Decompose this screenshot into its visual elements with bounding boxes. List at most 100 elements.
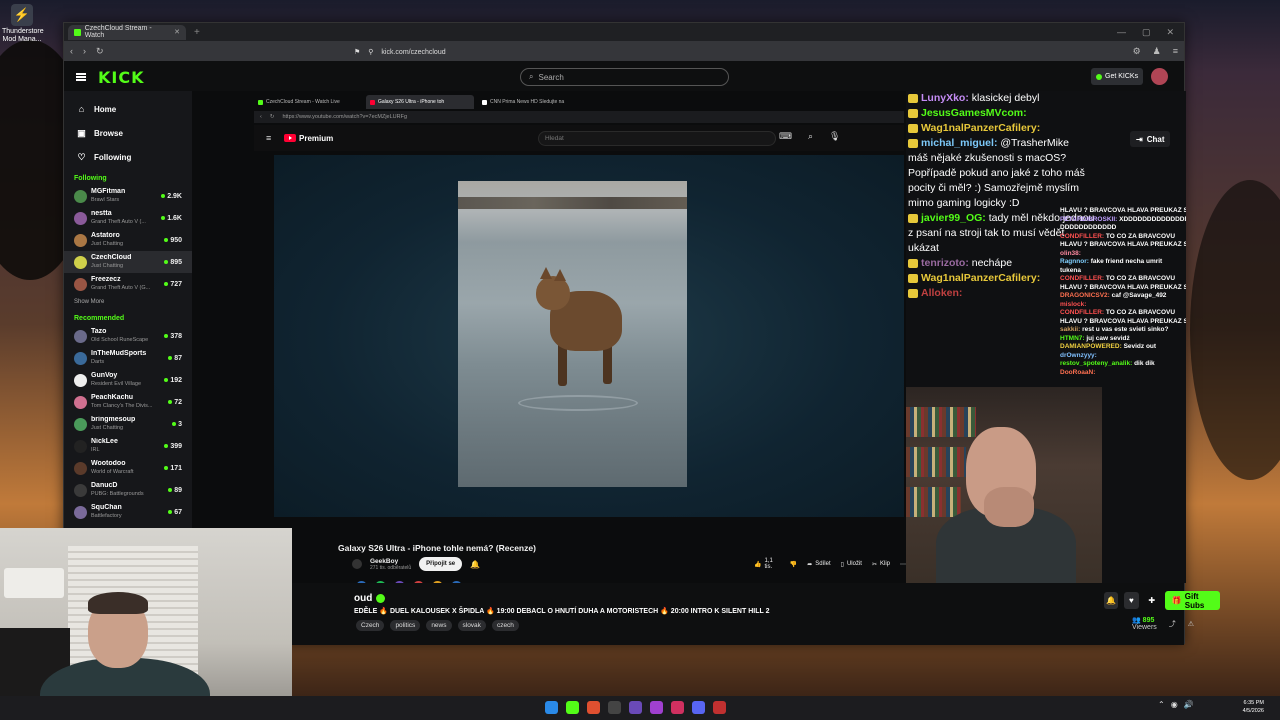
start-icon[interactable] <box>545 701 558 714</box>
app-icon[interactable] <box>713 701 726 714</box>
chat-badge-icon <box>908 213 918 223</box>
app-icon[interactable] <box>650 701 663 714</box>
chat-username: restov_spoteny_analik: <box>1060 360 1133 367</box>
dislike-icon: 👎 <box>789 561 798 568</box>
captured-browser-tabs: CzechCloud Stream - Watch Live Galaxy S2… <box>254 95 904 109</box>
tray-chevron-icon[interactable]: ⌃ <box>1158 700 1165 709</box>
clip-stream-icon[interactable]: ✚ <box>1145 592 1159 609</box>
close-window-icon[interactable]: ✕ <box>1166 27 1174 38</box>
channel-item[interactable]: nestta Grand Theft Auto V (... 1.6K <box>64 207 192 229</box>
channel-name: DanucD <box>91 482 118 489</box>
reload-icon[interactable]: ↻ <box>96 46 104 57</box>
stream-tag[interactable]: politics <box>390 620 421 631</box>
live-dot-icon <box>168 400 173 404</box>
stream-tag[interactable]: news <box>426 620 452 631</box>
channel-item[interactable]: PeachKachu Tom Clancy's The Divis... 72 <box>64 391 192 413</box>
taskview-icon[interactable] <box>608 701 621 714</box>
hamburger-menu-icon[interactable] <box>76 73 86 81</box>
stream-tag[interactable]: Czech <box>356 620 385 631</box>
gift-subs-button[interactable]: 🎁 Gift Subs <box>1164 591 1220 610</box>
browser-tab[interactable]: CzechCloud Stream - Watch ✕ <box>68 24 186 40</box>
channel-item[interactable]: Freezecz Grand Theft Auto V (G... 727 <box>64 273 192 295</box>
app-icon[interactable] <box>629 701 642 714</box>
forward-icon[interactable]: › <box>83 46 86 56</box>
share-label: Sdílet <box>815 561 831 567</box>
like-action: 👍 1,1 tis. <box>754 557 780 571</box>
channel-item[interactable]: SquChan Battlefactory 67 <box>64 501 192 523</box>
volume-icon[interactable]: 🔊 <box>1184 700 1194 709</box>
search-placeholder: Search <box>538 72 564 82</box>
channel-item[interactable]: GunVoy Resident Evil Village 192 <box>64 369 192 391</box>
address-bar[interactable]: ⚑ ⚲ kick.com/czechcloud <box>354 45 874 59</box>
channel-item[interactable]: NickLee IRL 399 <box>64 435 192 457</box>
channel-item[interactable]: MGFitman Brawl Stars 2.9K <box>64 185 192 207</box>
network-icon[interactable]: ◉ <box>1171 700 1178 709</box>
stream-title: EDĚLE 🔥 DUEL KALOUSEK X ŠPIDLA 🔥 19:00 D… <box>354 608 770 615</box>
viewer-stats: 👥 895 Viewers ⤴ ⚠ <box>1132 616 1194 631</box>
clock[interactable]: 6:35 PM 4/5/2026 <box>1234 699 1264 715</box>
channel-item[interactable]: CzechCloud Just Chatting 895 <box>64 251 192 273</box>
channel-avatar <box>74 255 87 269</box>
desktop-shortcut[interactable]: ⚡ Thunderstore Mod Mana... <box>2 4 44 44</box>
discord-icon[interactable] <box>692 701 705 714</box>
sidebar-item-following[interactable]: ♡ Following <box>64 145 192 169</box>
minimize-icon[interactable]: — <box>1117 27 1126 38</box>
kick-app-icon[interactable] <box>566 701 579 714</box>
chat-username: JesusGamesMVcom: <box>921 107 1027 119</box>
live-dot-icon <box>164 444 169 448</box>
sidebar-item-home[interactable]: ⌂ Home <box>64 97 192 121</box>
share-stream-icon[interactable]: ⤴ <box>1169 619 1176 629</box>
channel-item[interactable]: InTheMudSports Darts 87 <box>64 347 192 369</box>
sidebar-item-browse[interactable]: ▣ Browse <box>64 121 192 145</box>
chat-message: máš nějaké zkušenosti s macOS? <box>908 151 1104 166</box>
stream-tag[interactable]: czech <box>491 620 519 631</box>
chat-text: klasickej debyl <box>971 92 1040 104</box>
channel-item[interactable]: bringmesoup Just Chatting 3 <box>64 413 192 435</box>
clip-action: ✂ Klip <box>872 557 890 571</box>
menu-icon[interactable]: ≡ <box>1173 46 1178 57</box>
chat-button[interactable]: ⇥ Chat <box>1130 131 1171 147</box>
chat-text: @TrasherMike <box>1000 137 1069 149</box>
search-input[interactable]: ⌕ Search <box>520 68 729 86</box>
channel-item[interactable]: Wootodoo World of Warcraft 171 <box>64 457 192 479</box>
extensions-icon[interactable]: ⚙ <box>1133 46 1141 57</box>
back-icon[interactable]: ‹ <box>70 46 73 56</box>
get-kicks-button[interactable]: Get KICKs <box>1091 68 1144 85</box>
channel-avatar <box>74 277 87 291</box>
channel-item[interactable]: DanucD PUBG: Battlegrounds 89 <box>64 479 192 501</box>
show-more-link[interactable]: Show More <box>64 295 192 309</box>
channel-item[interactable]: Astatoro Just Chatting 950 <box>64 229 192 251</box>
bookmark-icon[interactable]: ⚑ <box>354 48 360 56</box>
stream-tag[interactable]: slovak <box>457 620 486 631</box>
overlay-secondary-chat: HLAVU ? BRAVČOVA HLAVA PREUKAŽ SA PETARDI… <box>1060 207 1186 377</box>
report-icon[interactable]: ⚠ <box>1188 620 1194 628</box>
channel-avatar <box>74 233 87 247</box>
url-text[interactable]: kick.com/czechcloud <box>381 49 445 56</box>
stream-player[interactable]: CzechCloud Stream - Watch Live Galaxy S2… <box>192 91 906 583</box>
verified-icon <box>376 594 386 603</box>
captured-tab-title: CNN Prima News HD Sledujte na <box>490 99 565 105</box>
youtube-search-field: Hledat <box>538 131 776 146</box>
brave-icon[interactable] <box>587 701 600 714</box>
follow-heart-icon[interactable]: ♥ <box>1124 592 1139 609</box>
captured-url-bar: ‹ ↻ https://www.youtube.com/watch?v=7ecM… <box>254 111 904 123</box>
channel-item[interactable]: Tazo Old School RuneScape 378 <box>64 325 192 347</box>
kick-logo[interactable]: KICK <box>98 68 145 87</box>
new-tab-icon[interactable]: + <box>194 27 200 38</box>
channel-name: Astatoro <box>91 232 120 239</box>
streamer-name[interactable]: oud <box>354 593 372 604</box>
channel-text: SquChan Battlefactory <box>91 504 164 520</box>
channel-name: NickLee <box>91 438 118 445</box>
app-icon[interactable] <box>671 701 684 714</box>
close-tab-icon[interactable]: ✕ <box>174 28 180 36</box>
channel-viewers: 192 <box>164 377 182 384</box>
shoreline <box>458 197 687 209</box>
chat-text: tukena <box>1060 266 1081 274</box>
notification-bell-icon[interactable]: 🔔 <box>1104 592 1119 609</box>
youtube-logo: Premium <box>284 134 333 143</box>
site-info-icon[interactable]: ⚲ <box>368 48 373 56</box>
maximize-icon[interactable]: ▢ <box>1142 27 1151 38</box>
chat-username: javier99_OG: <box>921 212 986 224</box>
user-avatar[interactable] <box>1151 68 1168 85</box>
profile-icon[interactable]: ♟ <box>1153 46 1161 57</box>
